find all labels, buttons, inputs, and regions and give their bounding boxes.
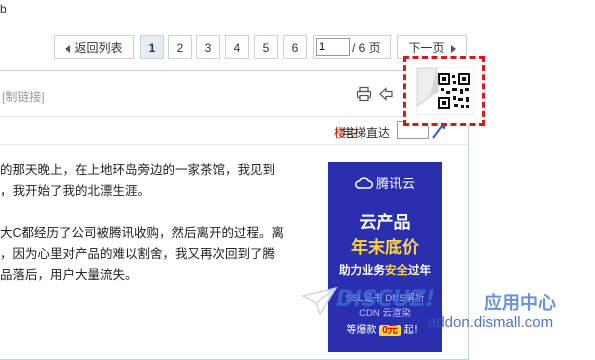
ad-headline: 云产品 bbox=[359, 213, 411, 232]
post-text-line: ，我开始了我的北漂生涯。 bbox=[0, 184, 151, 198]
page-5-button[interactable]: 5 bbox=[254, 35, 278, 59]
qr-code[interactable] bbox=[416, 67, 473, 114]
watermark-app-center: 应用中心 bbox=[484, 293, 556, 313]
page-2-button[interactable]: 2 bbox=[168, 35, 192, 59]
page-number-input[interactable] bbox=[316, 38, 350, 56]
watermark-url: addon.dismall.com bbox=[428, 314, 554, 331]
page-jump: / 6 页 bbox=[313, 35, 391, 59]
elevator-label: 电梯直达 bbox=[342, 126, 391, 140]
page-4-button[interactable]: 4 bbox=[225, 35, 249, 59]
arrow-right-icon bbox=[450, 44, 456, 53]
paper-plane-icon bbox=[302, 286, 338, 316]
post-text-line: 品落后，用户大量流失。 bbox=[0, 268, 138, 282]
ad-tagline: 助力业务安全过年 bbox=[339, 265, 431, 277]
discuz-watermark: DISCUZ! 应用中心 addon.dismall.com bbox=[302, 282, 595, 352]
arrow-left-icon bbox=[65, 44, 71, 53]
back-to-list-label: 返回列表 bbox=[74, 41, 123, 55]
qr-code-icon bbox=[416, 67, 470, 109]
post-text-line: ，因为心里对产品的难以割舍，我又再次回到了腾 bbox=[0, 247, 276, 261]
post-text-line: 的那天晚上，在上地环岛旁边的一家茶馆，我见到 bbox=[0, 163, 276, 177]
post-text-line: 大C都经历了公司被腾讯收购，然后离开的过程。离 bbox=[0, 226, 285, 240]
post-toolbar bbox=[0, 71, 468, 117]
ad-brand-label: 腾讯云 bbox=[375, 176, 415, 191]
cloud-icon bbox=[354, 177, 373, 189]
previous-thread-icon[interactable] bbox=[378, 86, 394, 102]
watermark-brand: DISCUZ! bbox=[336, 287, 435, 312]
next-page-label: 下一页 bbox=[408, 41, 445, 55]
previous-text-fragment: b bbox=[0, 2, 7, 16]
copy-link[interactable]: [制链接] bbox=[2, 88, 45, 105]
print-icon[interactable] bbox=[356, 86, 372, 102]
page-3-button[interactable]: 3 bbox=[196, 35, 220, 59]
page-6-button[interactable]: 6 bbox=[283, 35, 307, 59]
back-to-list-button[interactable]: 返回列表 bbox=[54, 35, 134, 59]
qr-code-callout[interactable] bbox=[403, 56, 485, 126]
ad-brand: 腾讯云 bbox=[328, 173, 442, 192]
page-total-label: / 6 页 bbox=[352, 41, 381, 55]
ad-subheadline: 年末底价 bbox=[351, 238, 419, 257]
page-1-button[interactable]: 1 bbox=[140, 35, 164, 59]
